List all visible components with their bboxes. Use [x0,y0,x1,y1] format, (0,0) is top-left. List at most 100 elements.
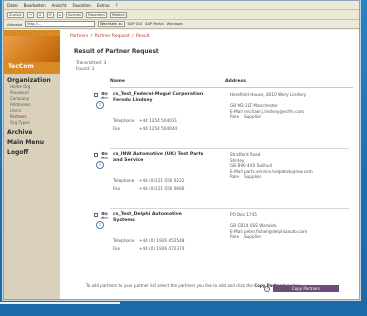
partner-name: cs_INW Automotive (UK) Test Parts and Se… [113,152,204,163]
found-label: Found: [76,65,91,71]
role-label: Role [230,114,240,120]
role-value: Supplier [244,174,262,180]
app-area: TecCom Organization Home Org Password Co… [4,30,359,299]
menu-item-file[interactable]: Datei [7,3,18,8]
sidebar-item-org-types[interactable]: Org Types [4,120,60,126]
partner-group-icon [100,91,109,99]
partner-row: i cs_Test_Delphi Automotive Systems Tele… [94,211,353,271]
favorite-link-3[interactable]: Windows [167,22,183,26]
column-header-address: Address [225,79,246,84]
breadcrumb: Partners / Partner Request / Result [70,34,353,39]
sidebar-section-logoff[interactable]: Logoff [4,149,60,156]
go-button[interactable]: Wechseln zu [98,21,125,27]
breadcrumb-item-partners[interactable]: Partners [70,34,88,39]
address-label: Adresse [7,21,23,27]
info-icon[interactable]: i [96,101,104,109]
instruction-text-start: To add partners to your partner list sel… [86,283,253,288]
role-value: Supplier [244,234,262,240]
browser-window: Datei Bearbeiten Ansicht Favoriten Extra… [3,0,360,300]
page-title: Result of Partner Request [74,49,159,55]
address-bar: Adresse http://... Wechseln zu SAP GUI S… [4,20,359,29]
refresh-button[interactable]: ⟳ [46,11,54,18]
row-divider [110,208,349,209]
fax-label: Fax [113,186,121,191]
telephone-value: +44 (0) 1926 452548 [139,238,185,243]
sidebar-section-organization[interactable]: Organization [4,77,60,84]
menu-item-favorites[interactable]: Favoriten [72,3,91,8]
table-header: Name Address [70,79,353,84]
sidebar-section-archive[interactable]: Archive [4,129,60,136]
partner-telephone: Telephone +44 (0)121 556 0222 [113,178,184,183]
help-icon[interactable]: ? [264,285,270,292]
partner-telephone: Telephone +44 1254 504011 [113,118,177,123]
fax-value: +44 1254 504044 [139,126,178,131]
partner-group-icon [100,151,109,159]
search-button[interactable]: Suchen [65,11,84,18]
sidebar-section-main-menu[interactable]: Main Menu [4,139,60,146]
partner-fax: Fax +44 1254 504044 [113,126,177,131]
main-content: Partners / Partner Request / Result Resu… [64,30,359,299]
telephone-value: +44 1254 504011 [139,118,178,123]
role-row: Role Supplier [230,174,322,180]
telephone-value: +44 (0)121 556 0222 [139,178,185,183]
back-button[interactable]: Zurück [7,11,24,18]
role-value: Supplier [244,114,262,120]
transmitted-value: 3 [103,60,107,65]
partner-fax: Fax +44 (0) 1926 472374 [113,246,184,251]
partner-telephone: Telephone +44 (0) 1926 452548 [113,238,184,243]
partner-name: cs_Test_Federal-Mogul Corporation Ferodo… [113,92,204,103]
menu-item-help[interactable]: ? [116,3,118,8]
telephone-label: Telephone [113,118,135,123]
role-label: Role [230,174,240,180]
address-input[interactable]: http://... [25,21,96,27]
partner-checkbox[interactable] [94,213,98,217]
telephone-label: Telephone [113,178,135,183]
forward-button[interactable]: → [26,11,34,18]
favorite-link-2[interactable]: SAP Portal [145,22,163,26]
sidebar: TecCom Organization Home Org Password Co… [4,30,60,299]
partner-address: Harefield House, 8410 Wery Lindsey GB M3… [230,92,322,120]
logo-graphic [4,36,60,62]
home-button[interactable]: ⌂ [56,11,63,18]
row-divider [110,148,349,149]
browser-toolbar: Zurück → ⨯ ⟳ ⌂ Suchen Favoriten Medien [4,10,359,20]
fax-value: +44 (0)121 556 0666 [139,186,185,191]
media-button[interactable]: Medien [109,11,127,18]
logo-text: TecCom [8,63,34,70]
breadcrumb-separator: / [90,34,93,39]
breadcrumb-item-result: Result [136,34,150,39]
fax-label: Fax [113,126,121,131]
menu-item-tools[interactable]: Extras [97,3,110,8]
menu-item-edit[interactable]: Bearbeiten [24,3,46,8]
logo: TecCom [4,30,60,74]
partner-row: i cs_Test_Federal-Mogul Corporation Fero… [94,91,353,151]
transmitted-label: Transmitted: [76,60,103,65]
stop-button[interactable]: ⨯ [36,11,44,18]
partner-checkbox[interactable] [94,153,98,157]
role-label: Role [230,234,240,240]
copy-partners-button[interactable]: Copy Partners [273,285,339,292]
breadcrumb-separator: / [132,34,134,39]
copy-action: ? Copy Partners [264,285,339,292]
column-header-name: Name [110,79,125,84]
favorites-button[interactable]: Favoriten [86,11,107,18]
telephone-label: Telephone [113,238,135,243]
partner-group-icon [100,211,109,219]
menu-bar: Datei Bearbeiten Ansicht Favoriten Extra… [4,1,359,10]
partner-address: Stratford Road Shirley GB B90 4AX Solihu… [230,152,322,180]
found-value: 3 [91,65,95,71]
partner-fax: Fax +44 (0)121 556 0666 [113,186,184,191]
partner-name: cs_Test_Delphi Automotive Systems [113,212,182,223]
menu-item-view[interactable]: Ansicht [52,3,67,8]
breadcrumb-item-request[interactable]: Partner Request [95,34,130,39]
fax-label: Fax [113,246,121,251]
header-divider [110,87,353,88]
role-row: Role Supplier [230,114,322,120]
partner-checkbox[interactable] [94,93,98,97]
info-icon[interactable]: i [96,221,104,229]
found-stat: Found: 3 [70,66,353,72]
decorative-line [0,302,120,304]
info-icon[interactable]: i [96,161,104,169]
fax-value: +44 (0) 1926 472374 [139,246,185,251]
favorite-link-1[interactable]: SAP GUI [128,22,143,26]
